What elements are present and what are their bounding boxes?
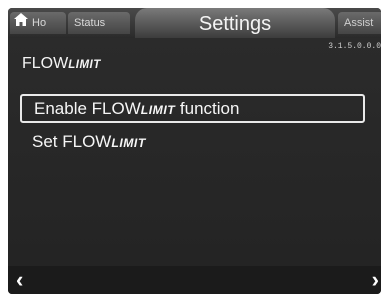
- tab-assist[interactable]: Assist: [338, 12, 381, 34]
- chevron-left-icon[interactable]: ‹: [16, 266, 23, 294]
- page-title-main: FLOW: [22, 55, 69, 72]
- page-title-suffix: LIMIT: [68, 59, 101, 71]
- device-frame: Ho Status Settings Assist 3.1.5.0.0.0 FL…: [0, 0, 383, 295]
- version-number: 3.1.5.0.0.0: [328, 42, 381, 51]
- tab-settings[interactable]: Settings: [135, 8, 335, 38]
- menu-item-label: Set FLOW: [32, 132, 112, 151]
- bottom-nav-bar: ‹ ›: [8, 266, 381, 294]
- menu-item-enable-flowlimit[interactable]: Enable FLOWLIMIT function: [20, 94, 365, 123]
- tab-assist-label: Assist: [344, 17, 374, 29]
- tab-settings-label: Settings: [198, 13, 272, 35]
- page-title: FLOWLIMIT: [22, 55, 101, 73]
- menu-item-label: Enable FLOW: [34, 99, 141, 118]
- tab-bar: Ho Status Settings Assist: [8, 8, 381, 38]
- tab-home[interactable]: Ho: [10, 12, 66, 34]
- menu-item-label-suffix: function: [175, 99, 240, 118]
- display-screen: Ho Status Settings Assist 3.1.5.0.0.0 FL…: [8, 8, 381, 294]
- menu-item-label-sc: LIMIT: [140, 103, 176, 117]
- chevron-right-icon[interactable]: ›: [372, 266, 379, 294]
- menu-list: Enable FLOWLIMIT function Set FLOWLIMIT: [20, 94, 365, 160]
- tab-status-label: Status: [74, 17, 106, 29]
- menu-item-set-flowlimit[interactable]: Set FLOWLIMIT: [20, 127, 365, 156]
- tab-home-label: Ho: [32, 17, 47, 29]
- menu-item-label-sc: LIMIT: [111, 136, 146, 150]
- home-icon: [14, 12, 28, 34]
- tab-status[interactable]: Status: [68, 12, 130, 34]
